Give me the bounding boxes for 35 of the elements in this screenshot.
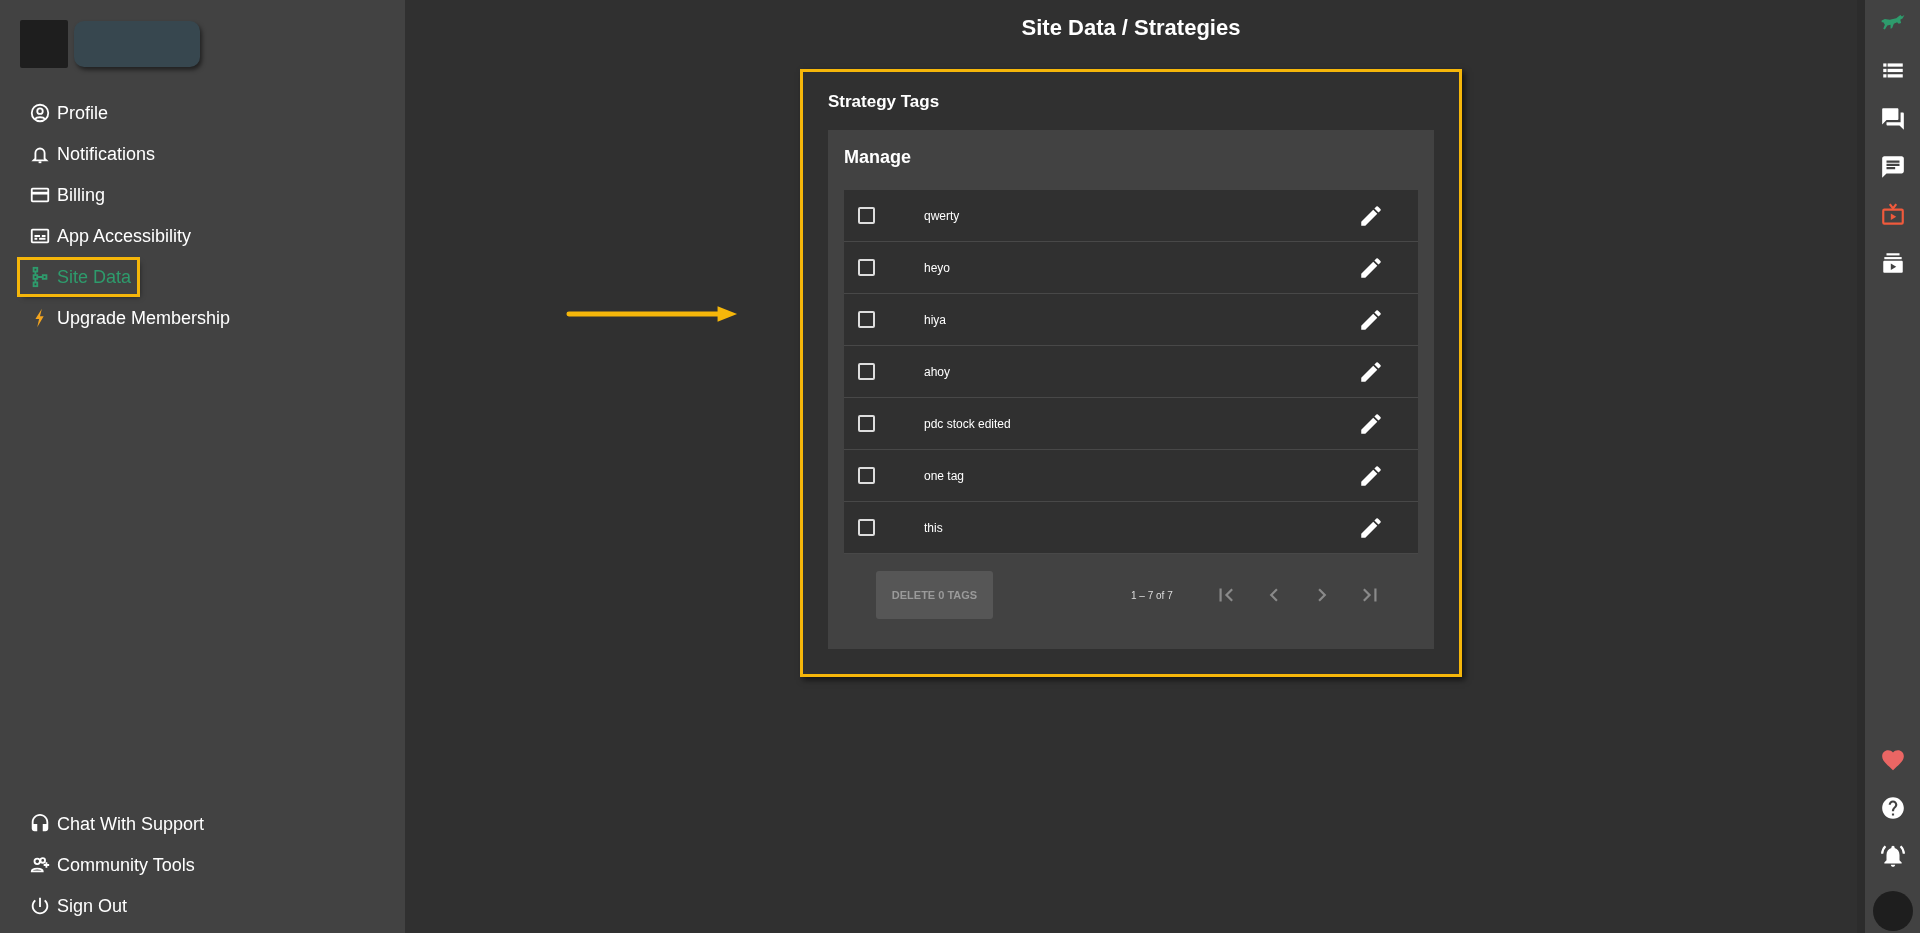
sidebar-item[interactable]: Profile [20, 98, 115, 128]
photo-placeholder [20, 20, 68, 68]
forum-icon[interactable] [1879, 106, 1906, 132]
power-icon [29, 895, 51, 917]
sidebar-item[interactable]: Sign Out [20, 891, 134, 921]
checkbox[interactable] [858, 519, 875, 536]
sidebar-item[interactable]: Chat With Support [20, 809, 211, 839]
panel-title: Manage [844, 147, 913, 168]
account-circle-icon [29, 102, 51, 124]
sidebar-item[interactable]: Notifications [20, 139, 162, 169]
help-icon[interactable] [1879, 795, 1906, 821]
page-title: Site Data / Strategies [1021, 15, 1241, 41]
sidebar-item[interactable]: App Accessibility [20, 221, 198, 251]
tag-name: one tag [924, 468, 966, 483]
checkbox[interactable] [858, 467, 875, 484]
sidebar-item[interactable]: Upgrade Membership [20, 303, 237, 333]
tag-name: qwerty [924, 208, 961, 223]
tag-name: hiya [924, 312, 947, 327]
checkbox[interactable] [858, 363, 875, 380]
heart-icon[interactable] [1879, 747, 1906, 773]
chat-icon[interactable] [1879, 154, 1906, 180]
tag-name: this [924, 520, 944, 535]
card-title: Strategy Tags [828, 92, 941, 112]
tag-name: ahoy [924, 364, 952, 379]
checkbox[interactable] [858, 311, 875, 328]
sidebar-item[interactable]: Billing [20, 180, 112, 210]
page-range: 1 – 7 of 7 [1131, 589, 1173, 601]
checkbox[interactable] [858, 207, 875, 224]
sidebar-item[interactable]: Community Tools [20, 850, 201, 880]
checkbox[interactable] [858, 415, 875, 432]
live-tv-icon[interactable] [1879, 202, 1906, 228]
checkbox[interactable] [858, 259, 875, 276]
tag-name: heyo [924, 260, 952, 275]
tag-name: pdc stock edited [924, 416, 1012, 431]
ringing-bell-icon[interactable] [1879, 843, 1906, 869]
